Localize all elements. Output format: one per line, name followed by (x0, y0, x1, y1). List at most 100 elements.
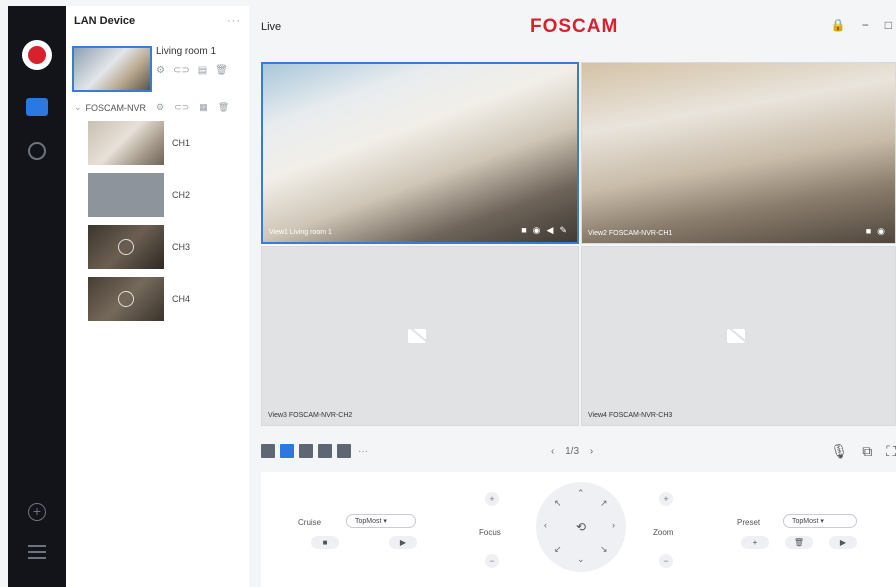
left-arrow-icon[interactable]: ‹ (544, 520, 547, 530)
play-icon (118, 239, 134, 255)
view-caption: View2 FOSCAM-NVR-CH1 (588, 230, 673, 237)
play-icon (118, 291, 134, 307)
channel-item[interactable]: CH2 (88, 173, 249, 217)
channel-item[interactable]: CH1 (88, 121, 249, 165)
delete-icon[interactable]: 🗑 (218, 102, 229, 113)
channel-thumbnail[interactable] (88, 277, 164, 321)
settings-icon[interactable]: ⚙ (156, 102, 164, 113)
zoom-minus-button[interactable]: − (659, 554, 673, 568)
panel-title: LAN Device (74, 15, 136, 27)
chevron-down-icon[interactable]: ⌄ (74, 102, 82, 113)
channel-label: CH4 (172, 294, 191, 304)
mic-icon[interactable]: ✎ (559, 225, 567, 236)
camera-thumbnail[interactable] (72, 46, 152, 92)
down-arrow-icon[interactable]: ⌄ (577, 554, 585, 565)
top-bar: Live FOSCAM 🔒 − □ (249, 6, 896, 48)
delete-preset-button[interactable]: 🗑 (785, 536, 813, 549)
grid-icon[interactable]: ▦ (199, 102, 208, 113)
down-right-arrow-icon[interactable]: ↘ (600, 544, 608, 555)
file-icon[interactable]: ▤ (198, 65, 207, 76)
up-arrow-icon[interactable]: ⌃ (577, 488, 585, 499)
video-view-4[interactable]: View4 FOSCAM-NVR-CH3 (581, 246, 896, 426)
video-view-3[interactable]: View3 FOSCAM-NVR-CH2 (261, 246, 579, 426)
panel-more-button[interactable]: ··· (227, 15, 241, 27)
brand-logo: FOSCAM (530, 16, 619, 37)
cruise-select[interactable]: TopMost ▾ (346, 514, 416, 528)
camera-item[interactable]: Living room 1 ⚙ ⊂⊃ ▤ 🗑 (72, 46, 249, 92)
reset-icon[interactable]: ⟲ (572, 518, 590, 536)
channel-label: CH2 (172, 190, 191, 200)
snapshot-icon[interactable]: ◉ (533, 225, 541, 236)
layout-4-icon[interactable] (280, 444, 294, 458)
video-grid: View1 Living room 1 ■ ◉ ◀ ✎ View2 FOSCAM… (261, 62, 896, 426)
device-panel: LAN Device ··· Living room 1 ⚙ ⊂⊃ ▤ 🗑 ⌄ … (66, 6, 249, 587)
layout-16-icon[interactable] (337, 444, 351, 458)
link-icon[interactable]: ⊂⊃ (174, 102, 189, 113)
add-icon[interactable]: + (28, 503, 46, 521)
maximize-icon[interactable]: □ (885, 18, 892, 32)
next-page-icon[interactable]: › (590, 446, 593, 457)
layout-1-icon[interactable] (261, 444, 275, 458)
live-view-nav-icon[interactable] (26, 98, 48, 116)
view-caption: View3 FOSCAM-NVR-CH2 (268, 412, 353, 419)
add-preset-button[interactable]: + (741, 536, 769, 549)
preset-select[interactable]: TopMost ▾ (783, 514, 857, 528)
preset-label: Preset (737, 518, 761, 527)
camera-off-icon (726, 325, 751, 347)
minimize-icon[interactable]: − (862, 18, 869, 32)
snapshot-icon[interactable]: ◉ (877, 226, 885, 237)
page-title: Live (261, 21, 282, 33)
fullscreen-icon[interactable]: ⛶ (886, 443, 896, 460)
cruise-label: Cruise (298, 518, 322, 527)
settings-icon[interactable]: ⚙ (156, 65, 165, 76)
nvr-item[interactable]: ⌄ FOSCAM-NVR ⚙ ⊂⊃ ▦ 🗑 (66, 102, 249, 113)
stop-cruise-button[interactable]: ■ (311, 536, 339, 549)
down-left-arrow-icon[interactable]: ↙ (554, 544, 562, 555)
go-preset-button[interactable]: ▶ (829, 536, 857, 549)
record-icon[interactable]: ■ (521, 225, 526, 236)
more-layouts-button[interactable]: ··· (358, 446, 368, 457)
playback-nav-icon[interactable] (28, 142, 46, 160)
view-caption: View1 Living room 1 (269, 229, 332, 236)
start-cruise-button[interactable]: ▶ (389, 536, 417, 549)
right-arrow-icon[interactable]: › (612, 520, 615, 530)
channel-thumbnail[interactable] (88, 173, 164, 217)
page-indicator: 1/3 (565, 445, 580, 457)
left-rail: + (8, 6, 66, 587)
record-icon[interactable]: ■ (866, 226, 871, 237)
camera-off-icon (408, 325, 432, 347)
zoom-plus-button[interactable]: + (659, 492, 673, 506)
up-left-arrow-icon[interactable]: ↖ (554, 498, 562, 509)
delete-icon[interactable]: 🗑 (215, 65, 228, 76)
pager: ‹ 1/3 › (551, 446, 593, 457)
app-logo (22, 40, 52, 70)
channel-thumbnail[interactable] (88, 121, 164, 165)
channel-label: CH3 (172, 242, 191, 252)
talk-icon[interactable]: 🎙 (830, 443, 848, 460)
camera-name: Living room 1 (156, 46, 217, 57)
prev-page-icon[interactable]: ‹ (551, 446, 554, 457)
focus-label: Focus (479, 528, 501, 537)
layout-6-icon[interactable] (318, 444, 332, 458)
nvr-name: FOSCAM-NVR (85, 102, 147, 113)
zoom-label: Zoom (653, 528, 674, 537)
main-area: Live FOSCAM 🔒 − □ View1 Living room 1 ■ … (249, 6, 896, 587)
video-view-1[interactable]: View1 Living room 1 ■ ◉ ◀ ✎ (261, 62, 579, 244)
channel-label: CH1 (172, 138, 191, 148)
window-icon[interactable]: ⧉ (862, 443, 872, 460)
layout-9-icon[interactable] (299, 444, 313, 458)
focus-plus-button[interactable]: + (485, 492, 499, 506)
up-right-arrow-icon[interactable]: ↗ (600, 498, 608, 509)
layout-toolbar: ··· ‹ 1/3 › 🎙 ⧉ ⛶ (261, 438, 896, 464)
lock-icon[interactable]: 🔒 (831, 18, 846, 32)
focus-minus-button[interactable]: − (485, 554, 499, 568)
channel-item[interactable]: CH3 (88, 225, 249, 269)
ptz-control-panel: Cruise TopMost ▾ ■ ▶ + Focus − ⌃ ⌄ ‹ › ↖… (261, 472, 896, 587)
channel-item[interactable]: CH4 (88, 277, 249, 321)
audio-icon[interactable]: ◀ (547, 225, 554, 236)
ptz-joystick[interactable]: ⌃ ⌄ ‹ › ↖ ↗ ↙ ↘ ⟲ (536, 482, 626, 572)
link-icon[interactable]: ⊂⊃ (173, 65, 190, 76)
video-view-2[interactable]: View2 FOSCAM-NVR-CH1 ■ ◉ (581, 62, 896, 244)
channel-thumbnail[interactable] (88, 225, 164, 269)
menu-icon[interactable] (28, 541, 46, 563)
